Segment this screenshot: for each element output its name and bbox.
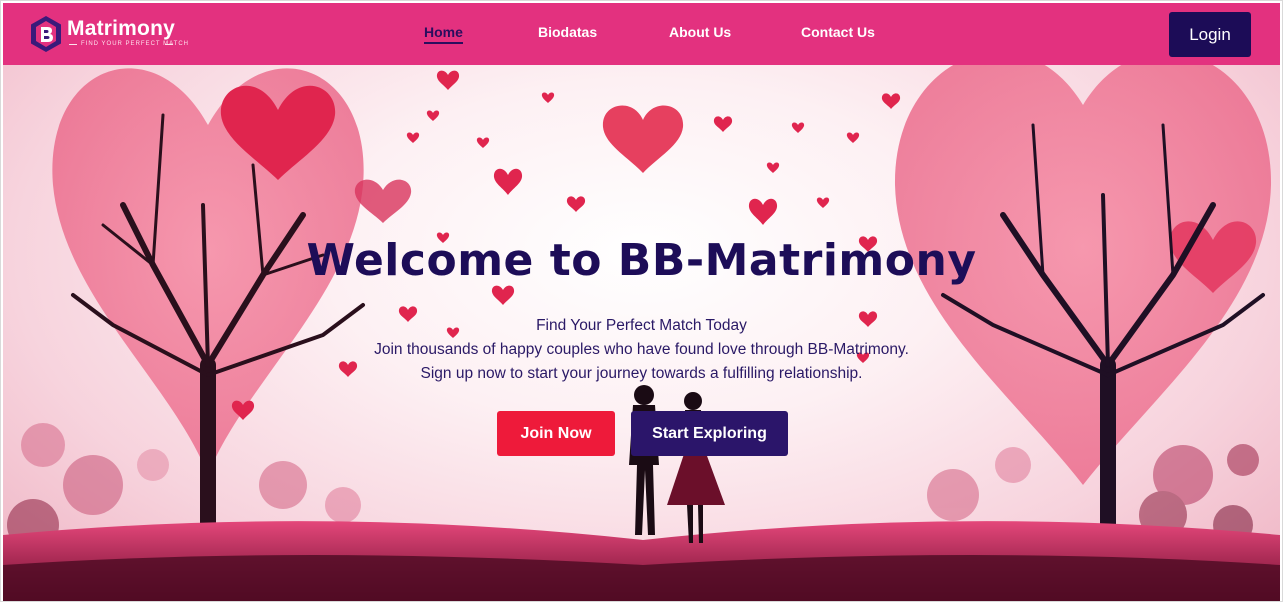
hero-content: Welcome to BB-Matrimony Find Your Perfec… (3, 235, 1280, 386)
start-exploring-button[interactable]: Start Exploring (631, 411, 788, 456)
brand-logo[interactable]: Matrimony FIND YOUR PERFECT MATCH (29, 15, 189, 55)
logo-mark-icon (31, 16, 61, 52)
tagline-divider-right (165, 44, 173, 45)
nav-biodatas[interactable]: Biodatas (538, 24, 597, 40)
hero-line-1: Find Your Perfect Match Today (536, 317, 747, 334)
couple-silhouette (629, 385, 725, 543)
browser-viewport: Matrimony FIND YOUR PERFECT MATCH Home B… (0, 0, 1283, 602)
join-now-button[interactable]: Join Now (497, 411, 615, 456)
nav-about-us[interactable]: About Us (669, 24, 731, 40)
login-button[interactable]: Login (1169, 12, 1251, 57)
hero-title: Welcome to BB-Matrimony (306, 235, 977, 286)
hero-line-3: Sign up now to start your journey toward… (420, 365, 863, 382)
navbar: Matrimony FIND YOUR PERFECT MATCH Home B… (3, 3, 1280, 65)
tagline-divider-left (69, 44, 77, 45)
hero-subtitle: Find Your Perfect Match Today Join thous… (3, 314, 1280, 386)
hero-line-2: Join thousands of happy couples who have… (374, 341, 909, 358)
brand-name: Matrimony (67, 17, 175, 40)
hero-section: Welcome to BB-Matrimony Find Your Perfec… (3, 65, 1280, 601)
nav-home[interactable]: Home (424, 24, 463, 44)
nav-contact-us[interactable]: Contact Us (801, 24, 875, 40)
